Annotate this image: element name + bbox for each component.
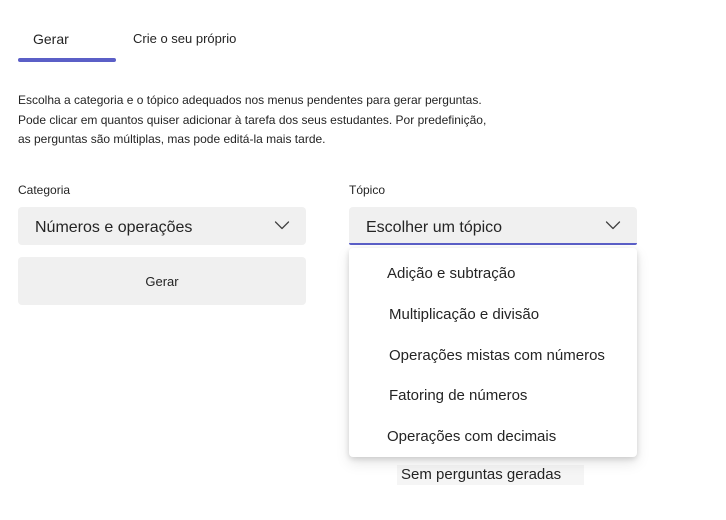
- instructions-line: Pode clicar em quantos quiser adicionar …: [18, 112, 487, 127]
- generate-button[interactable]: Gerar: [18, 257, 306, 305]
- topic-dropdown[interactable]: Escolher um tópico: [349, 207, 637, 245]
- category-label: Categoria: [18, 183, 71, 197]
- empty-state-text: Sem perguntas geradas: [397, 465, 584, 485]
- chevron-down-icon: [605, 221, 621, 230]
- instructions-line: as perguntas são múltiplas, mas pode edi…: [18, 132, 326, 146]
- category-dropdown[interactable]: Números e operações: [18, 207, 306, 245]
- topic-placeholder: Escolher um tópico: [366, 219, 503, 236]
- topic-option[interactable]: Multiplicação e divisão: [389, 306, 539, 323]
- instructions-line: Escolha a categoria e o tópico adequados…: [18, 93, 482, 107]
- category-selected-value: Números e operações: [35, 219, 193, 236]
- topic-option[interactable]: Operações com decimais: [387, 428, 556, 445]
- topic-option[interactable]: Operações mistas com números: [389, 347, 605, 364]
- question-generator-panel: Gerar Crie o seu próprio Escolha a categ…: [0, 0, 726, 520]
- active-tab-indicator: [18, 58, 116, 62]
- topic-options-menu: Adição e subtração Multiplicação e divis…: [349, 248, 637, 457]
- tab-crie-o-seu-proprio[interactable]: Crie o seu próprio: [133, 31, 236, 46]
- chevron-down-icon: [274, 221, 290, 230]
- topic-option[interactable]: Adição e subtração: [387, 265, 515, 282]
- topic-option[interactable]: Fatoring de números: [389, 387, 527, 404]
- instructions-text: Escolha a categoria e o tópico adequados…: [18, 91, 498, 150]
- topic-label: Tópico: [349, 183, 386, 197]
- tab-gerar[interactable]: Gerar: [33, 31, 69, 47]
